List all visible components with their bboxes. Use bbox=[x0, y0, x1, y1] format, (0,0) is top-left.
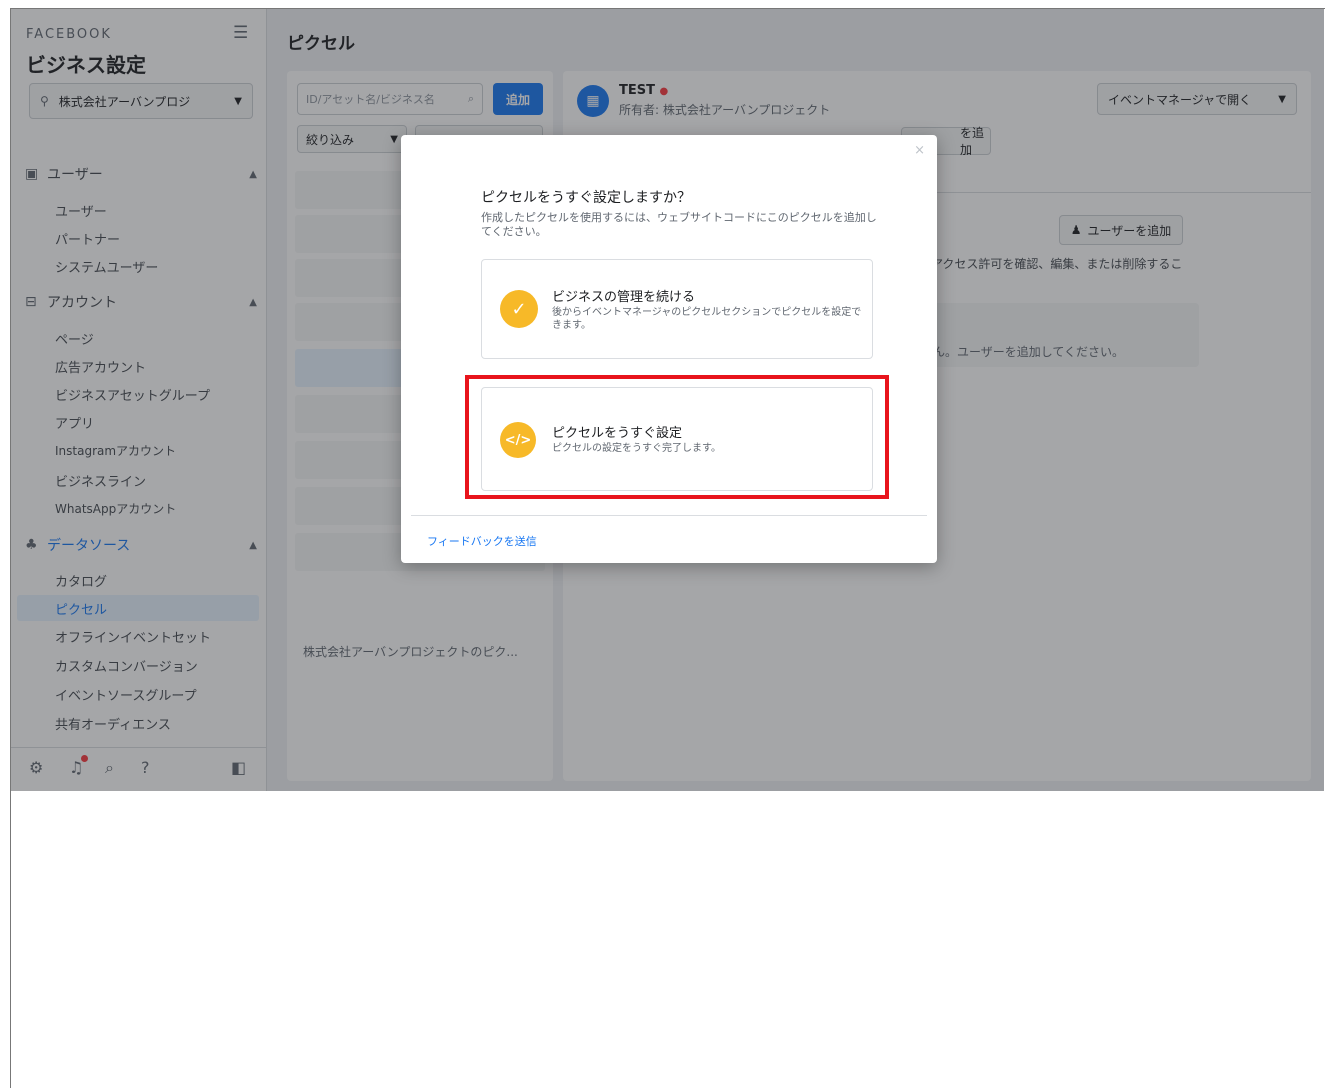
dialog-question: ピクセルをうすぐ設定しますか？ bbox=[481, 190, 691, 206]
send-feedback-link[interactable]: フィードバックを送信 bbox=[427, 533, 537, 549]
check-icon: ✓ bbox=[500, 290, 538, 328]
option-title: ビジネスの管理を続ける bbox=[552, 290, 696, 305]
app-window: FACEBOOK ☰ ビジネス設定 ⚲ 株式会社アーバンプロジ ▼ ▣ ユーザー… bbox=[11, 9, 1324, 791]
close-icon[interactable]: × bbox=[914, 143, 925, 158]
screenshot-frame: FACEBOOK ☰ ビジネス設定 ⚲ 株式会社アーバンプロジ ▼ ▣ ユーザー… bbox=[10, 8, 1325, 1088]
annotation-highlight-box bbox=[465, 375, 889, 499]
option-description: 後からイベントマネージャのピクセルセクションでピクセルを設定できます。 bbox=[552, 307, 862, 331]
dialog-subtitle: 作成したピクセルを使用するには、ウェブサイトコードにこのピクセルを追加してくださ… bbox=[481, 211, 877, 238]
dialog-divider bbox=[411, 515, 927, 516]
option-continue-business[interactable]: ✓ ビジネスの管理を続ける 後からイベントマネージャのピクセルセクションでピクセ… bbox=[481, 259, 873, 359]
